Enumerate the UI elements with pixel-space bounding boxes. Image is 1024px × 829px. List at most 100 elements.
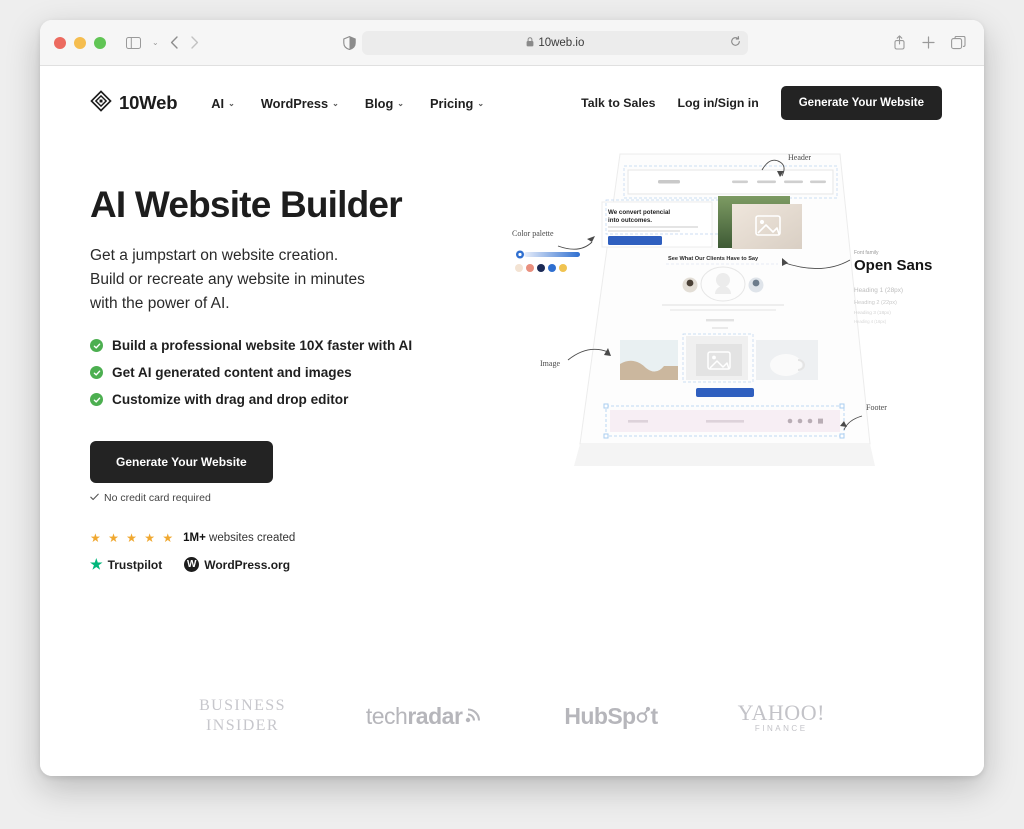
techradar-bold-text: radar bbox=[407, 702, 463, 729]
nav-item-wordpress[interactable]: WordPress ⌄ bbox=[261, 96, 339, 111]
ratings-row: ★ ★ ★ ★ ★ 1M+ websites created bbox=[90, 531, 510, 545]
annotation-image-label: Image bbox=[540, 359, 560, 368]
svg-text:into outcomes.: into outcomes. bbox=[608, 217, 652, 224]
wordpress-label: WordPress.org bbox=[204, 557, 291, 572]
brand-name: 10Web bbox=[119, 92, 178, 113]
share-icon[interactable] bbox=[893, 35, 906, 50]
reload-icon[interactable] bbox=[730, 35, 741, 50]
techradar-logo: tech radar bbox=[366, 703, 485, 730]
privacy-shield-icon[interactable] bbox=[343, 35, 357, 50]
close-window-button[interactable] bbox=[54, 36, 66, 49]
svg-text:See What Our Clients Have to S: See What Our Clients Have to Say bbox=[668, 256, 759, 262]
page-title: AI Website Builder bbox=[90, 184, 403, 225]
nav-label: Blog bbox=[364, 95, 394, 111]
annotation-heading-1: Heading 1 (28px) bbox=[854, 287, 903, 294]
mockup-hero-block: We convert potencial into outcomes. bbox=[601, 196, 802, 249]
hero-copy: AI Website Builder Get a jumpstart on we… bbox=[40, 162, 510, 573]
tab-overview-icon[interactable] bbox=[951, 35, 966, 50]
feature-label: Build a professional website 10X faster … bbox=[112, 338, 413, 354]
browser-toolbar: ⌄ 10web.io bbox=[40, 20, 984, 66]
talk-to-sales-link[interactable]: Talk to Sales bbox=[581, 96, 655, 110]
annotation-font-family-label: Font family bbox=[854, 250, 879, 256]
annotation-font-family-value: Open Sans bbox=[854, 257, 932, 274]
trust-badges: ★ Trustpilot W WordPress.org bbox=[90, 556, 510, 573]
hero-illustration: We convert potencial into outcomes. See … bbox=[510, 153, 984, 502]
maximize-window-button[interactable] bbox=[94, 36, 106, 49]
annotation-color-palette: Color palette bbox=[512, 229, 595, 272]
svg-text:We convert potencial: We convert potencial bbox=[608, 209, 670, 216]
main-navigation: AI ⌄ WordPress ⌄ Blog ⌄ Pricing ⌄ bbox=[211, 96, 484, 111]
hero-subtitle: Get a jumpstart on website creation. Bui… bbox=[90, 244, 510, 316]
ratings-caption: websites created bbox=[209, 532, 296, 545]
annotation-footer-label: Footer bbox=[866, 403, 887, 412]
annotation-color-palette-label: Color palette bbox=[512, 229, 554, 238]
ratings-count: 1M+ bbox=[183, 532, 206, 545]
business-insider-logo: BUSINESS INSIDER bbox=[199, 696, 286, 736]
feature-item: Customize with drag and drop editor bbox=[90, 392, 510, 407]
check-icon bbox=[90, 393, 103, 407]
hero-subtitle-line: Build or recreate any website in minutes bbox=[90, 271, 365, 289]
feature-item: Build a professional website 10X faster … bbox=[90, 338, 510, 353]
nav-label: WordPress bbox=[260, 95, 329, 111]
chevron-down-icon: ⌄ bbox=[332, 98, 339, 108]
plus-icon[interactable] bbox=[922, 36, 935, 49]
generate-website-button[interactable]: Generate Your Website bbox=[90, 441, 273, 484]
feature-label: Customize with drag and drop editor bbox=[112, 392, 349, 408]
wordpress-icon: W bbox=[184, 557, 200, 573]
hubspot-sprocket-icon bbox=[636, 705, 651, 727]
url-text: 10web.io bbox=[538, 36, 585, 49]
no-credit-card-note: No credit card required bbox=[90, 492, 510, 504]
check-icon bbox=[90, 366, 103, 380]
yahoo-text: YAHOO! bbox=[737, 699, 825, 725]
hubspot-text-2: t bbox=[650, 702, 659, 729]
chevron-down-icon: ⌄ bbox=[477, 98, 485, 108]
hero-section: AI Website Builder Get a jumpstart on we… bbox=[40, 122, 984, 573]
annotation-header-label: Header bbox=[788, 153, 811, 162]
feature-item: Get AI generated content and images bbox=[90, 365, 510, 380]
hubspot-logo: HubSp t bbox=[564, 702, 659, 730]
trustpilot-star-icon: ★ bbox=[90, 556, 103, 573]
wordpress-badge[interactable]: W WordPress.org bbox=[184, 557, 291, 573]
ratings-label: 1M+ websites created bbox=[183, 532, 295, 544]
press-logos: BUSINESS INSIDER tech radar HubSp t YAHO… bbox=[40, 696, 984, 736]
yahoo-finance-logo: YAHOO! FINANCE bbox=[738, 700, 825, 733]
nav-label: AI bbox=[211, 95, 225, 111]
feature-label: Get AI generated content and images bbox=[112, 365, 352, 381]
browser-window: ⌄ 10web.io 10Web AI ⌄ WordPress ⌄ Blog ⌄… bbox=[40, 20, 984, 776]
lock-icon bbox=[526, 36, 534, 49]
mockup-header bbox=[623, 165, 838, 199]
annotation-heading-4: Heading 4 (16px) bbox=[854, 319, 887, 324]
hero-subtitle-line: with the power of AI. bbox=[90, 295, 230, 313]
chevron-down-icon: ⌄ bbox=[228, 98, 235, 108]
checkmark-icon bbox=[90, 492, 99, 504]
trustpilot-badge[interactable]: ★ Trustpilot bbox=[90, 556, 162, 573]
radar-signal-icon bbox=[464, 703, 484, 730]
brand-logo[interactable]: 10Web bbox=[90, 89, 178, 117]
business-insider-line-2: INSIDER bbox=[206, 717, 279, 734]
annotation-heading-2: Heading 2 (22px) bbox=[854, 300, 897, 306]
address-bar[interactable]: 10web.io bbox=[362, 30, 749, 55]
forward-arrow-icon[interactable] bbox=[190, 36, 199, 49]
back-arrow-icon[interactable] bbox=[170, 36, 179, 49]
hubspot-text-1: HubSp bbox=[564, 702, 636, 729]
nav-item-pricing[interactable]: Pricing ⌄ bbox=[430, 96, 484, 111]
chevron-down-icon[interactable]: ⌄ bbox=[152, 38, 159, 47]
no-credit-card-text: No credit card required bbox=[104, 492, 211, 505]
page-content: 10Web AI ⌄ WordPress ⌄ Blog ⌄ Pricing ⌄ bbox=[40, 66, 984, 776]
annotation-heading-3: Heading 3 (18px) bbox=[854, 310, 891, 316]
techradar-light-text: tech bbox=[365, 702, 408, 729]
nav-item-ai[interactable]: AI ⌄ bbox=[211, 96, 235, 111]
window-controls bbox=[54, 36, 106, 49]
minimize-window-button[interactable] bbox=[74, 36, 86, 49]
nav-label: Pricing bbox=[429, 95, 474, 111]
check-icon bbox=[90, 339, 103, 353]
header-generate-website-button[interactable]: Generate Your Website bbox=[780, 86, 942, 120]
sidebar-toggle-icon[interactable] bbox=[126, 36, 141, 49]
chevron-down-icon: ⌄ bbox=[397, 98, 404, 108]
hero-subtitle-line: Get a jumpstart on website creation. bbox=[90, 247, 339, 264]
star-rating-icon: ★ ★ ★ ★ ★ bbox=[90, 531, 176, 546]
nav-item-blog[interactable]: Blog ⌄ bbox=[365, 96, 404, 111]
business-insider-line-1: BUSINESS bbox=[199, 697, 286, 714]
website-builder-diagram: We convert potencial into outcomes. See … bbox=[512, 153, 932, 466]
login-signin-link[interactable]: Log in/Sign in bbox=[677, 96, 758, 110]
